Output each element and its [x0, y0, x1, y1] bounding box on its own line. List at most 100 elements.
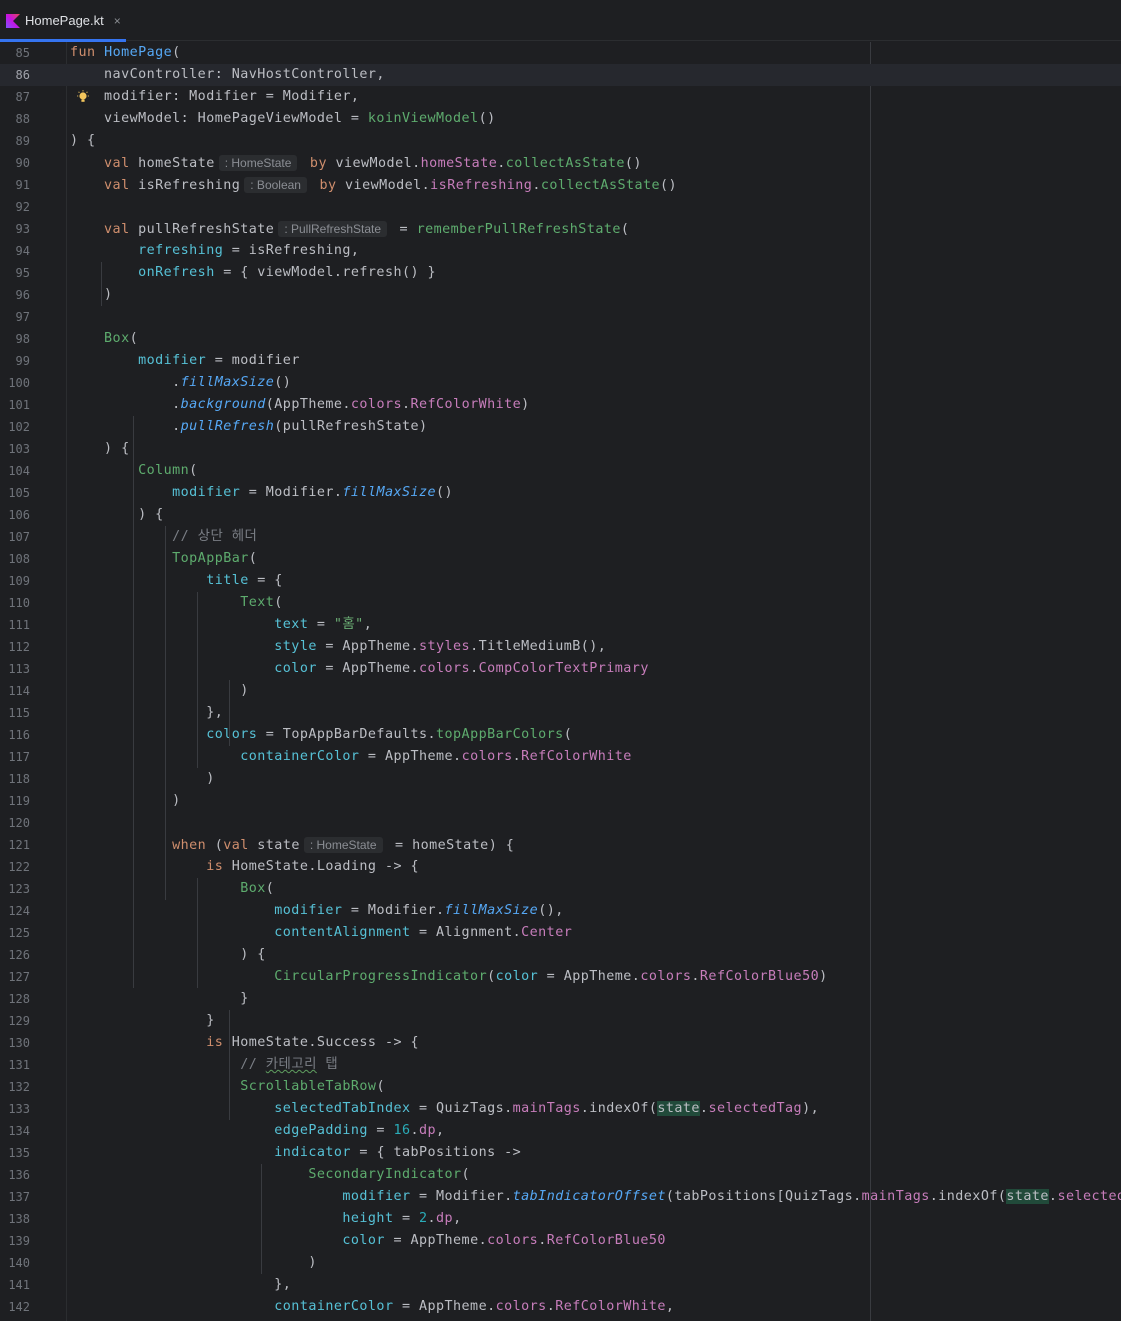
- code-line[interactable]: 119 ): [0, 790, 1121, 812]
- close-icon[interactable]: ×: [114, 14, 121, 28]
- code-line[interactable]: 110 Text(: [0, 592, 1121, 614]
- line-number[interactable]: 130: [0, 1032, 30, 1054]
- code-line[interactable]: 141 },: [0, 1274, 1121, 1296]
- code-line[interactable]: 142 containerColor = AppTheme.colors.Ref…: [0, 1296, 1121, 1318]
- line-number[interactable]: 91: [0, 174, 30, 196]
- line-number[interactable]: 113: [0, 658, 30, 680]
- line-number[interactable]: 141: [0, 1274, 30, 1296]
- line-number[interactable]: 87: [0, 86, 30, 108]
- code-line[interactable]: 123 Box(: [0, 878, 1121, 900]
- code-line[interactable]: 105 modifier = Modifier.fillMaxSize(): [0, 482, 1121, 504]
- line-number[interactable]: 99: [0, 350, 30, 372]
- line-number[interactable]: 120: [0, 812, 30, 834]
- code-line[interactable]: 132 ScrollableTabRow(: [0, 1076, 1121, 1098]
- code-line[interactable]: 93 val pullRefreshState: PullRefreshStat…: [0, 218, 1121, 240]
- line-number[interactable]: 136: [0, 1164, 30, 1186]
- line-number[interactable]: 119: [0, 790, 30, 812]
- code-line[interactable]: 127 CircularProgressIndicator(color = Ap…: [0, 966, 1121, 988]
- code-line[interactable]: 114 ): [0, 680, 1121, 702]
- code-line[interactable]: 94 refreshing = isRefreshing,: [0, 240, 1121, 262]
- line-number[interactable]: 122: [0, 856, 30, 878]
- code-line[interactable]: 86 navController: NavHostController,: [0, 64, 1121, 86]
- code-line[interactable]: 135 indicator = { tabPositions ->: [0, 1142, 1121, 1164]
- code-line[interactable]: 88 viewModel: HomePageViewModel = koinVi…: [0, 108, 1121, 130]
- code-line[interactable]: 109 title = {: [0, 570, 1121, 592]
- line-number[interactable]: 128: [0, 988, 30, 1010]
- code-line[interactable]: 99 modifier = modifier: [0, 350, 1121, 372]
- code-line[interactable]: 97: [0, 306, 1121, 328]
- code-line[interactable]: 91 val isRefreshing: Boolean by viewMode…: [0, 174, 1121, 196]
- code-line[interactable]: 129 }: [0, 1010, 1121, 1032]
- line-number[interactable]: 95: [0, 262, 30, 284]
- line-number[interactable]: 105: [0, 482, 30, 504]
- code-line[interactable]: 133 selectedTabIndex = QuizTags.mainTags…: [0, 1098, 1121, 1120]
- code-line[interactable]: 118 ): [0, 768, 1121, 790]
- code-line[interactable]: 101 .background(AppTheme.colors.RefColor…: [0, 394, 1121, 416]
- line-number[interactable]: 100: [0, 372, 30, 394]
- code-line[interactable]: 125 contentAlignment = Alignment.Center: [0, 922, 1121, 944]
- code-line[interactable]: 136 SecondaryIndicator(: [0, 1164, 1121, 1186]
- tab-homepage-kt[interactable]: HomePage.kt ×: [0, 0, 126, 42]
- line-number[interactable]: 98: [0, 328, 30, 350]
- code-line[interactable]: 107 // 상단 헤더: [0, 526, 1121, 548]
- code-line[interactable]: 121 when (val state: HomeState = homeSta…: [0, 834, 1121, 856]
- line-number[interactable]: 108: [0, 548, 30, 570]
- code-line[interactable]: 140 ): [0, 1252, 1121, 1274]
- code-line[interactable]: 95 onRefresh = { viewModel.refresh() }: [0, 262, 1121, 284]
- line-number[interactable]: 125: [0, 922, 30, 944]
- line-number[interactable]: 85: [0, 42, 30, 64]
- line-number[interactable]: 134: [0, 1120, 30, 1142]
- line-number[interactable]: 110: [0, 592, 30, 614]
- line-number[interactable]: 137: [0, 1186, 30, 1208]
- code-line[interactable]: 85 fun HomePage(: [0, 42, 1121, 64]
- line-number[interactable]: 135: [0, 1142, 30, 1164]
- line-number[interactable]: 86: [0, 64, 30, 86]
- line-number[interactable]: 118: [0, 768, 30, 790]
- line-number[interactable]: 102: [0, 416, 30, 438]
- line-number[interactable]: 112: [0, 636, 30, 658]
- code-line[interactable]: 112 style = AppTheme.styles.TitleMediumB…: [0, 636, 1121, 658]
- line-number[interactable]: 114: [0, 680, 30, 702]
- code-line[interactable]: 126 ) {: [0, 944, 1121, 966]
- line-number[interactable]: 121: [0, 834, 30, 856]
- line-number[interactable]: 89: [0, 130, 30, 152]
- code-line[interactable]: 96 ): [0, 284, 1121, 306]
- line-number[interactable]: 90: [0, 152, 30, 174]
- code-line[interactable]: 124 modifier = Modifier.fillMaxSize(),: [0, 900, 1121, 922]
- code-line[interactable]: 92: [0, 196, 1121, 218]
- code-line[interactable]: 113 color = AppTheme.colors.CompColorTex…: [0, 658, 1121, 680]
- line-number[interactable]: 116: [0, 724, 30, 746]
- line-number[interactable]: 101: [0, 394, 30, 416]
- code-line[interactable]: 137 modifier = Modifier.tabIndicatorOffs…: [0, 1186, 1121, 1208]
- code-line[interactable]: 98 Box(: [0, 328, 1121, 350]
- line-number[interactable]: 138: [0, 1208, 30, 1230]
- code-editor[interactable]: 85 fun HomePage(86 navController: NavHost…: [0, 42, 1121, 1321]
- code-line[interactable]: 128 }: [0, 988, 1121, 1010]
- line-number[interactable]: 111: [0, 614, 30, 636]
- line-number[interactable]: 129: [0, 1010, 30, 1032]
- line-number[interactable]: 109: [0, 570, 30, 592]
- line-number[interactable]: 107: [0, 526, 30, 548]
- line-number[interactable]: 126: [0, 944, 30, 966]
- line-number[interactable]: 94: [0, 240, 30, 262]
- line-number[interactable]: 131: [0, 1054, 30, 1076]
- code-line[interactable]: 134 edgePadding = 16.dp,: [0, 1120, 1121, 1142]
- code-line[interactable]: 111 text = "홈",: [0, 614, 1121, 636]
- line-number[interactable]: 127: [0, 966, 30, 988]
- line-number[interactable]: 97: [0, 306, 30, 328]
- code-line[interactable]: 115 },: [0, 702, 1121, 724]
- line-number[interactable]: 92: [0, 196, 30, 218]
- code-line[interactable]: 104 Column(: [0, 460, 1121, 482]
- line-number[interactable]: 88: [0, 108, 30, 130]
- code-line[interactable]: 120: [0, 812, 1121, 834]
- line-number[interactable]: 103: [0, 438, 30, 460]
- code-line[interactable]: 100 .fillMaxSize(): [0, 372, 1121, 394]
- code-line[interactable]: 130 is HomeState.Success -> {: [0, 1032, 1121, 1054]
- code-line[interactable]: 102 .pullRefresh(pullRefreshState): [0, 416, 1121, 438]
- line-number[interactable]: 124: [0, 900, 30, 922]
- lightbulb-icon[interactable]: [76, 90, 90, 104]
- line-number[interactable]: 142: [0, 1296, 30, 1318]
- code-line[interactable]: 117 containerColor = AppTheme.colors.Ref…: [0, 746, 1121, 768]
- code-line[interactable]: 87 modifier: Modifier = Modifier,: [0, 86, 1121, 108]
- line-number[interactable]: 139: [0, 1230, 30, 1252]
